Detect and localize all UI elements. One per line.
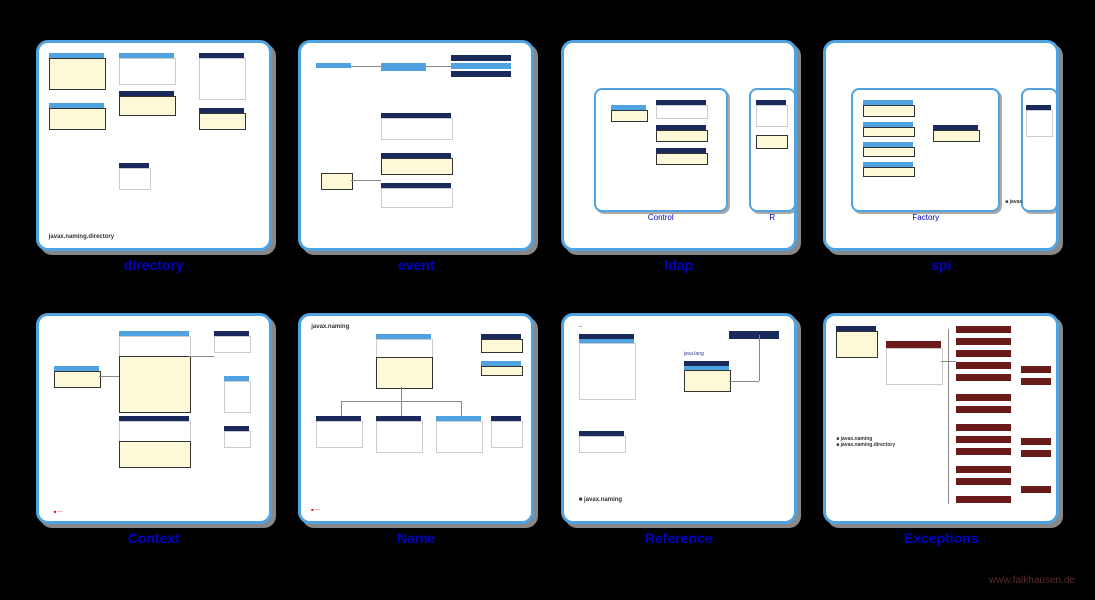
panel-label: Exceptions bbox=[904, 530, 979, 546]
pkg-label: javax.naming.directory bbox=[49, 234, 114, 240]
inner-label: Factory bbox=[853, 213, 998, 222]
inner-panel-2: ■ javax bbox=[1021, 88, 1058, 212]
inner-panel-r: R bbox=[749, 88, 796, 212]
panel-reference: ─ java.lang ■ javax.naming bbox=[561, 313, 797, 524]
panel-label: spi bbox=[931, 257, 951, 273]
panel-label: Context bbox=[128, 530, 180, 546]
panel-label: ldap bbox=[664, 257, 693, 273]
panel-event bbox=[298, 40, 534, 251]
cell-event[interactable]: event bbox=[293, 40, 541, 298]
cell-exceptions[interactable]: ■ javax.naming■ javax.naming.directory E… bbox=[818, 313, 1066, 571]
footer-link[interactable]: www.falkhausen.de bbox=[989, 575, 1075, 586]
cell-directory[interactable]: javax.naming.directory directory bbox=[30, 40, 278, 298]
pkg-label: ■ javax.naming■ javax.naming.directory bbox=[836, 436, 895, 448]
panel-context: ■ ── bbox=[36, 313, 272, 524]
panel-name: javax.naming ■ ── bbox=[298, 313, 534, 524]
cell-ldap[interactable]: Control R ldap bbox=[555, 40, 803, 298]
panel-label: Reference bbox=[645, 530, 713, 546]
inner-panel-control: Control bbox=[594, 88, 728, 212]
inner-label: R bbox=[751, 213, 794, 222]
cell-spi[interactable]: Factory ■ javax spi bbox=[818, 40, 1066, 298]
pkg-label: ■ javax.naming bbox=[579, 497, 622, 503]
panel-ldap: Control R bbox=[561, 40, 797, 251]
panel-exceptions: ■ javax.naming■ javax.naming.directory bbox=[823, 313, 1059, 524]
pkg-label: javax.naming bbox=[311, 324, 349, 330]
inner-label: Control bbox=[596, 213, 726, 222]
inner-panel-factory: Factory bbox=[851, 88, 1000, 212]
panel-label: directory bbox=[124, 257, 184, 273]
panel-directory: javax.naming.directory bbox=[36, 40, 272, 251]
panel-spi: Factory ■ javax bbox=[823, 40, 1059, 251]
cell-reference[interactable]: ─ java.lang ■ javax.naming Reference bbox=[555, 313, 803, 571]
cell-name[interactable]: javax.naming ■ ── Name bbox=[293, 313, 541, 571]
panel-label: Name bbox=[397, 530, 435, 546]
thumbnail-grid: javax.naming.directory directory event bbox=[0, 0, 1095, 600]
panel-label: event bbox=[398, 257, 435, 273]
cell-context[interactable]: ■ ── Context bbox=[30, 313, 278, 571]
sub-label: ─ bbox=[579, 324, 583, 330]
